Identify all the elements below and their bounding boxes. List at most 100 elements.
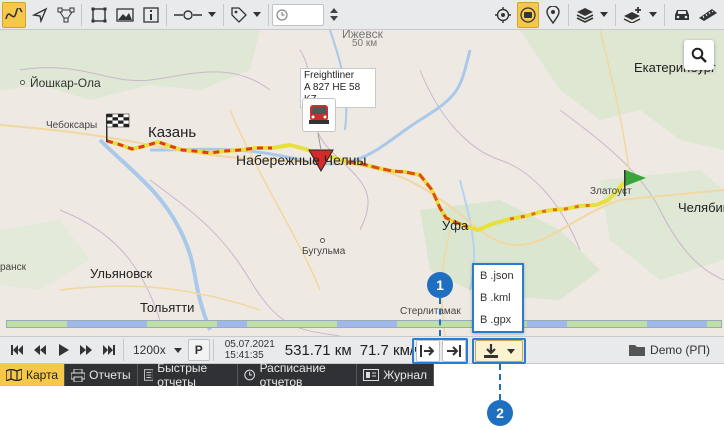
- skip-start-button[interactable]: [6, 339, 28, 361]
- rewind-button[interactable]: [29, 339, 51, 361]
- map-view[interactable]: 50 км Ижевск Йошкар-Ола Чебоксары Казань…: [0, 30, 724, 336]
- city-label-bugulma: Бугульма: [302, 246, 346, 257]
- car-icon: [675, 9, 689, 20]
- tab-quick-reports[interactable]: Быстрые отчеты: [138, 361, 239, 389]
- city-label-izhevsk: Ижевск: [342, 30, 383, 41]
- line-style-dropdown[interactable]: [170, 3, 220, 27]
- unit-marker[interactable]: [302, 98, 336, 132]
- tab-label: Расписание отчетов: [259, 361, 326, 389]
- marker-button[interactable]: [541, 2, 565, 28]
- spin-up-icon[interactable]: [330, 8, 338, 13]
- toolbar-separator: [615, 3, 616, 26]
- track-tool-button[interactable]: [2, 1, 26, 28]
- tab-label: Отчеты: [89, 368, 131, 382]
- callout-2: 2: [487, 400, 513, 426]
- printer-icon: [71, 368, 86, 382]
- chevron-down-icon: [507, 348, 515, 354]
- city-label-cheboksary: Чебоксары: [46, 120, 98, 131]
- spin-down-icon[interactable]: [330, 16, 338, 21]
- callout-1: 1: [427, 272, 453, 298]
- add-layer-icon: [623, 6, 641, 23]
- tab-map[interactable]: Карта: [0, 364, 66, 386]
- ruler-scale-icon: [699, 8, 717, 21]
- log-icon: [363, 369, 380, 381]
- tab-log[interactable]: Журнал: [357, 364, 434, 386]
- layers-dropdown[interactable]: [572, 3, 612, 27]
- current-time: 15:41:35: [224, 350, 264, 361]
- target-icon: [495, 6, 511, 23]
- select-area-button[interactable]: [87, 2, 111, 28]
- export-json-item[interactable]: В .json: [474, 265, 522, 287]
- geofence-icon: [520, 6, 536, 23]
- units-button[interactable]: [670, 2, 694, 28]
- tab-label: Журнал: [383, 368, 427, 382]
- navigation-arrow-icon: [32, 7, 48, 23]
- export-kml-item[interactable]: В .kml: [474, 287, 522, 309]
- time-interval-input[interactable]: [272, 3, 324, 26]
- timeline-segment: [217, 321, 247, 327]
- skip-end-button[interactable]: [98, 339, 120, 361]
- skip-end-icon: [103, 345, 115, 355]
- city-label-yoshkar-ola: Йошкар-Ола: [30, 76, 101, 90]
- target-button[interactable]: [491, 2, 515, 28]
- tab-report-schedule[interactable]: Расписание отчетов: [238, 361, 358, 389]
- info-icon: [143, 6, 159, 23]
- tag-icon: [231, 6, 247, 23]
- go-to-point-button[interactable]: [416, 340, 440, 362]
- fast-forward-button[interactable]: [75, 339, 97, 361]
- map-icon: [6, 369, 22, 381]
- export-track-button[interactable]: [475, 340, 523, 362]
- city-dot: [20, 80, 25, 85]
- timeline-segment: [527, 321, 567, 327]
- toolbar-separator: [166, 3, 167, 26]
- timeline-segment: [337, 321, 397, 327]
- toolbar-separator: [212, 339, 214, 361]
- chevron-down-icon: [253, 12, 261, 17]
- chevron-down-icon: [173, 347, 182, 353]
- route-tool-button[interactable]: [54, 2, 78, 28]
- speed-dropdown[interactable]: 1200x: [127, 339, 188, 361]
- add-layer-dropdown[interactable]: [619, 3, 661, 27]
- timeline-segment: [647, 321, 707, 327]
- bottom-tabs: Карта Отчеты Быстрые отчеты Расписание о…: [0, 361, 434, 389]
- toolbar-separator: [268, 3, 269, 26]
- truck-icon: [309, 105, 329, 124]
- city-label-naberezhnye-chelny: Набережные Челны: [236, 152, 367, 168]
- map-search-button[interactable]: [684, 40, 714, 70]
- rewind-icon: [34, 345, 46, 355]
- play-button[interactable]: [52, 339, 74, 361]
- parking-toggle-button[interactable]: P: [187, 339, 210, 361]
- callout-1-line: [439, 298, 441, 336]
- toolbar-separator: [568, 3, 569, 26]
- go-to-end-button[interactable]: [442, 340, 466, 362]
- unit-selector[interactable]: Demo (РП): [629, 343, 710, 357]
- time-spinner[interactable]: [330, 8, 338, 21]
- export-gpx-item[interactable]: В .gpx: [474, 309, 522, 331]
- arrow-to-end-icon: [447, 345, 461, 357]
- chevron-down-icon: [649, 12, 657, 17]
- city-label-tolyatti: Тольятти: [140, 300, 195, 315]
- track-timeline[interactable]: [6, 320, 722, 328]
- city-dot: [320, 238, 325, 243]
- clock-icon: [276, 8, 288, 21]
- play-icon: [59, 344, 69, 356]
- distance-value: 531.71 км: [284, 341, 352, 359]
- toolbar-separator: [123, 339, 124, 361]
- fast-forward-icon: [80, 345, 92, 355]
- callout-2-line: [499, 364, 501, 400]
- tab-reports[interactable]: Отчеты: [65, 364, 138, 386]
- city-label-saransk: ранск: [0, 262, 27, 273]
- geofence-button[interactable]: [517, 1, 539, 28]
- search-icon: [691, 47, 707, 63]
- playback-bar: 1200x P 05.07.2021 15:41:35 531.71 км 71…: [0, 336, 724, 364]
- city-label-zlatoust: Златоуст: [590, 186, 632, 197]
- city-label-ufa: Уфа: [442, 218, 469, 233]
- image-button[interactable]: [113, 2, 137, 28]
- tag-dropdown[interactable]: [227, 3, 265, 27]
- quick-report-icon: [143, 369, 154, 381]
- skip-start-icon: [11, 345, 23, 355]
- city-label-chelyabinsk: Челябинск: [678, 200, 724, 215]
- info-button[interactable]: [139, 2, 163, 28]
- ruler-tool-button[interactable]: [28, 2, 52, 28]
- ruler-scale-button[interactable]: [696, 2, 720, 28]
